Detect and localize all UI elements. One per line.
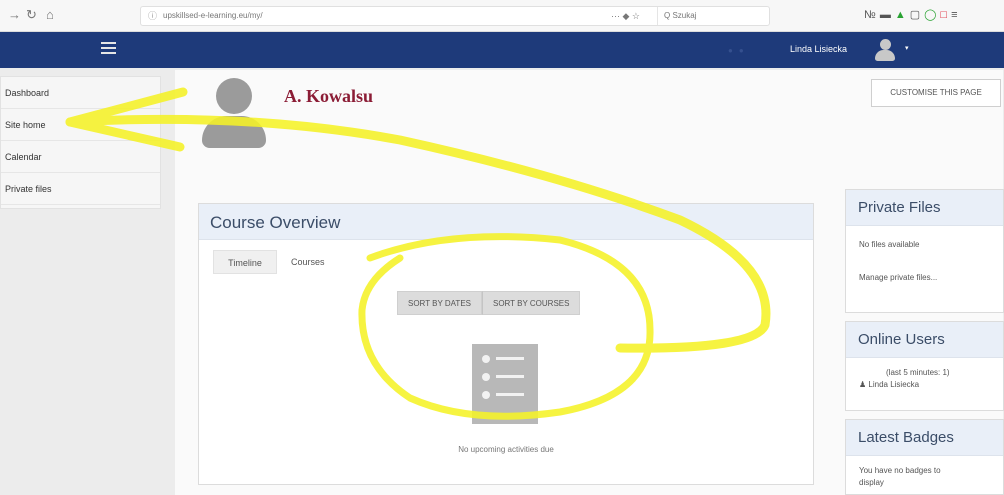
empty-list-icon	[472, 344, 538, 424]
user-icon: ♟	[859, 380, 867, 389]
sidebar-item-dashboard[interactable]: Dashboard	[1, 77, 160, 109]
course-overview-header: Course Overview	[199, 204, 813, 240]
profile-avatar	[202, 78, 266, 148]
private-files-empty-text: No files available	[859, 240, 920, 249]
customise-page-button[interactable]: CUSTOMISE THIS PAGE	[871, 79, 1001, 107]
page-title: A. Kowalsu	[284, 86, 374, 106]
library-icon[interactable]: №	[864, 9, 880, 21]
avatar[interactable]	[873, 37, 897, 63]
online-user-item[interactable]: ♟ Linda Lisiecka	[846, 380, 1003, 389]
tab-courses[interactable]: Courses	[291, 250, 325, 274]
private-files-block: Private Files No files available Manage …	[845, 189, 1004, 313]
address-bar[interactable]: ⓘ upskillsed-e-learning.eu/my/ ··· ◆ ☆ Q…	[140, 6, 770, 26]
latest-badges-title: Latest Badges	[846, 420, 1003, 456]
sort-button-group: SORT BY DATES SORT BY COURSES	[397, 291, 581, 315]
course-overview-title: Course Overview	[210, 213, 341, 232]
sidebar-item-calendar[interactable]: Calendar	[1, 141, 160, 173]
sidebar-item-site-home[interactable]: Site home	[1, 109, 160, 141]
reload-icon[interactable]: ↻	[26, 8, 37, 22]
chevron-down-icon[interactable]: ▾	[905, 44, 909, 52]
top-navbar: ●● Linda Lisiecka ▾	[0, 32, 1004, 68]
url-text[interactable]: upskillsed-e-learning.eu/my/	[163, 7, 263, 25]
browser-search-input[interactable]: Q Szukaj	[657, 7, 767, 25]
extension-icon[interactable]: ▲	[895, 9, 910, 21]
browser-toolbar: → ↻ ⌂ ⓘ upskillsed-e-learning.eu/my/ ···…	[0, 0, 1004, 32]
menu-icon[interactable]: ≡	[951, 9, 961, 21]
home-icon[interactable]: ⌂	[46, 8, 54, 22]
sidebar-icon[interactable]: ▬	[880, 9, 895, 21]
online-users-period: (last 5 minutes: 1)	[886, 368, 950, 377]
online-user-name[interactable]: Linda Lisiecka	[868, 380, 919, 389]
screenshot-icon[interactable]: ▢	[910, 9, 924, 21]
pocket-icon[interactable]: □	[940, 9, 951, 21]
online-users-block: Online Users (last 5 minutes: 1) ♟ Linda…	[845, 321, 1004, 411]
page-actions-icon[interactable]: ··· ◆ ☆	[611, 7, 640, 25]
nav-drawer: Dashboard Site home Calendar Private fil…	[0, 76, 161, 209]
user-name[interactable]: Linda Lisiecka	[790, 44, 847, 54]
manage-private-files-link[interactable]: Manage private files...	[846, 273, 1003, 282]
course-overview-block: Course Overview Timeline Courses SORT BY…	[198, 203, 814, 485]
latest-badges-empty-text: You have no badges to display	[859, 466, 941, 487]
browser-extensions[interactable]: №▬▲▢◯□≡	[864, 8, 962, 21]
empty-state-text: No upcoming activities due	[458, 445, 554, 454]
sidebar-item-private-files[interactable]: Private files	[1, 173, 160, 205]
sort-by-courses-button[interactable]: SORT BY COURSES	[481, 291, 581, 315]
notification-icons[interactable]: ●●	[728, 46, 750, 55]
latest-badges-block: Latest Badges You have no badges to disp…	[845, 419, 1004, 495]
back-icon[interactable]: →	[8, 8, 21, 22]
site-info-icon[interactable]: ⓘ	[148, 7, 157, 25]
sort-by-dates-button[interactable]: SORT BY DATES	[397, 291, 482, 315]
hamburger-menu-icon[interactable]	[101, 42, 116, 55]
private-files-title: Private Files	[846, 190, 1003, 226]
shield-icon[interactable]: ◯	[924, 9, 940, 21]
tab-timeline[interactable]: Timeline	[213, 250, 277, 274]
online-users-title: Online Users	[846, 322, 1003, 358]
